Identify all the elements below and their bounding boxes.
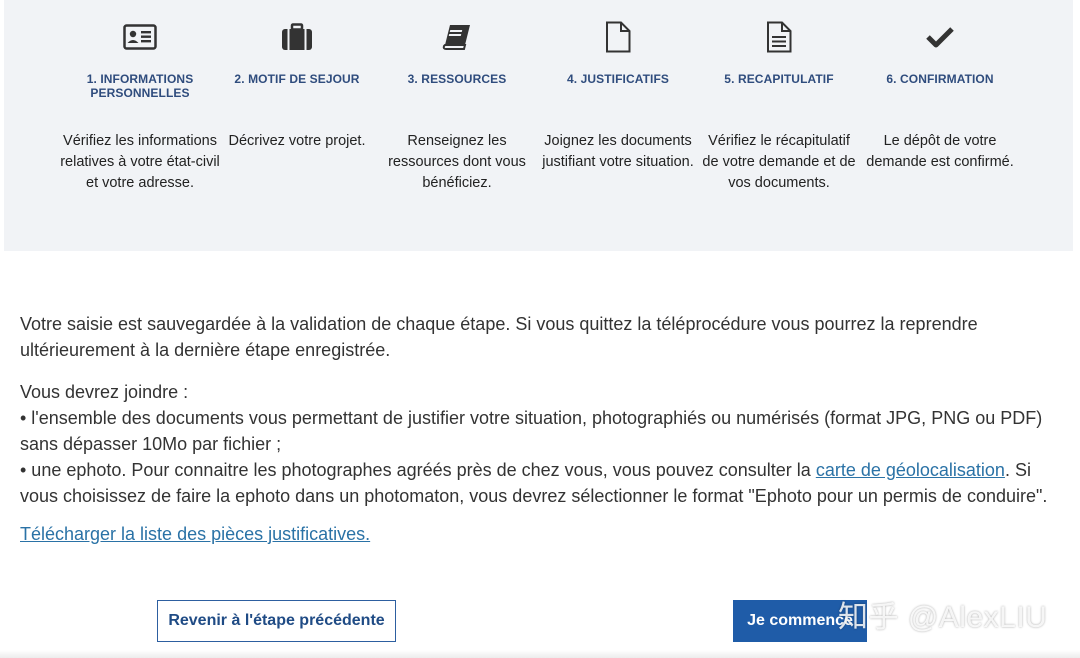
file-icon xyxy=(600,20,636,54)
join-intro: Vous devrez joindre : xyxy=(20,382,189,402)
step-title: 3. RESSOURCES xyxy=(407,72,507,86)
step-title: 6. CONFIRMATION xyxy=(886,72,994,86)
book-icon xyxy=(439,20,475,54)
step-description: Vérifiez le récapitulatif de votre deman… xyxy=(702,133,856,191)
step-description: Vérifiez les informations relatives à vo… xyxy=(60,133,220,191)
step-title: 5. RECAPITULATIF xyxy=(724,72,834,86)
id-card-icon xyxy=(122,20,158,54)
steps-panel: 1. INFORMATIONS PERSONNELLES Vérifiez le… xyxy=(4,0,1073,251)
step-title: 1. INFORMATIONS PERSONNELLES xyxy=(86,72,194,100)
briefcase-icon xyxy=(279,20,315,54)
step-description: Le dépôt de votre demande est confirmé. xyxy=(866,133,1014,170)
bullet-ephoto-start: • une ephoto. Pour connaitre les photogr… xyxy=(20,460,816,480)
previous-step-button[interactable]: Revenir à l'étape précédente xyxy=(157,600,396,642)
step-description: Renseignez les ressources dont vous béné… xyxy=(388,133,526,191)
geolocation-map-link[interactable]: carte de géolocalisation xyxy=(816,460,1005,480)
checkmark-icon xyxy=(922,20,958,54)
attachments-requirements: Vous devrez joindre : • l'ensemble des d… xyxy=(20,379,1060,509)
step-title: 2. MOTIF DE SEJOUR xyxy=(234,72,360,86)
instructions-text: Votre saisie est sauvegardée à la valida… xyxy=(20,311,1060,563)
watermark: 知乎 @AlexLIU xyxy=(838,601,1048,634)
step-title: 4. JUSTIFICATIFS xyxy=(566,72,670,86)
bottom-shadow xyxy=(0,650,1080,658)
file-text-icon xyxy=(761,20,797,54)
step-description: Décrivez votre projet. xyxy=(228,133,366,149)
save-note: Votre saisie est sauvegardée à la valida… xyxy=(20,314,978,360)
bullet-documents: • l'ensemble des documents vous permetta… xyxy=(20,408,1043,454)
step-description: Joignez les documents justifiant votre s… xyxy=(542,133,694,170)
download-documents-list-link[interactable]: Télécharger la liste des pièces justific… xyxy=(20,524,370,544)
